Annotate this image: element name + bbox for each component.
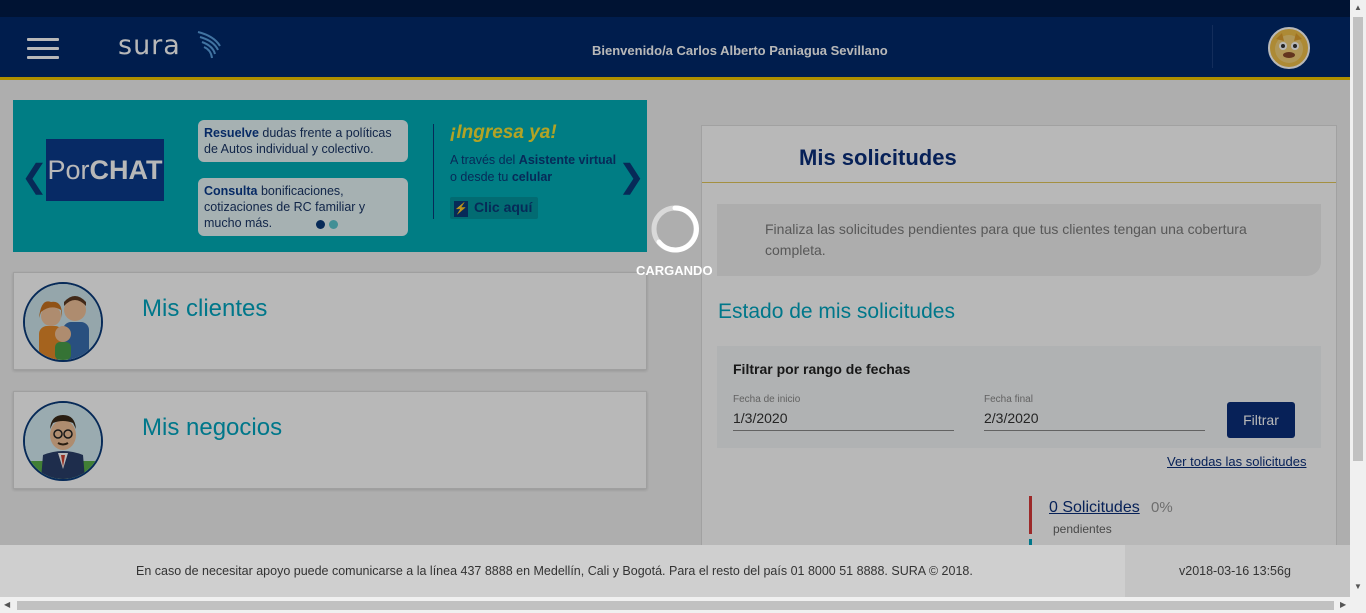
loading-spinner-icon (651, 205, 699, 253)
footer: En caso de necesitar apoyo puede comunic… (0, 545, 1350, 597)
footer-version: v2018-03-16 13:56g (1179, 564, 1291, 578)
scroll-right-icon[interactable]: ▶ (1340, 600, 1346, 609)
footer-support-text: En caso de necesitar apoyo puede comunic… (136, 564, 973, 578)
scroll-up-icon[interactable]: ▲ (1354, 3, 1362, 12)
loading-text: CARGANDO (636, 263, 713, 278)
footer-version-box: v2018-03-16 13:56g (1125, 545, 1350, 597)
vertical-scrollbar[interactable]: ▲ ▼ (1350, 0, 1366, 597)
loading-overlay: CARGANDO (0, 0, 1350, 597)
scroll-left-icon[interactable]: ◀ (4, 600, 10, 609)
vertical-scroll-thumb[interactable] (1353, 17, 1363, 461)
scroll-down-icon[interactable]: ▼ (1354, 582, 1362, 591)
horizontal-scrollbar[interactable]: ◀ ▶ (0, 597, 1366, 613)
horizontal-scroll-thumb[interactable] (17, 601, 1334, 610)
